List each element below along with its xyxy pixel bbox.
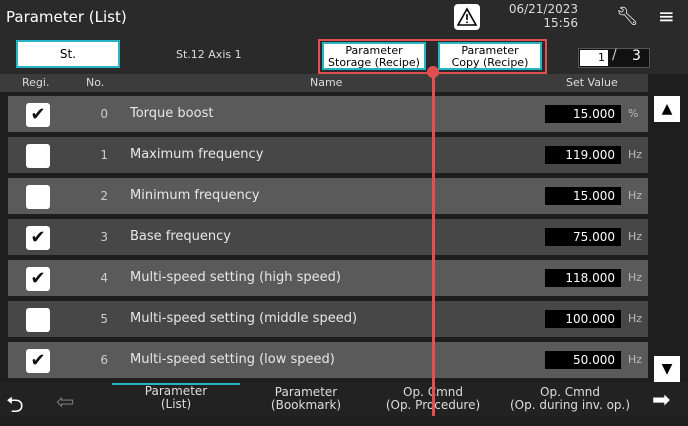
- table-row[interactable]: ✔ 6 Multi-speed setting (low speed) 50.000 H…: [8, 342, 648, 378]
- tab-op-cmnd-during-op[interactable]: Op. Cmnd (Op. during inv. op.): [500, 386, 640, 414]
- tab-parameter-bookmark[interactable]: Parameter (Bookmark): [246, 386, 366, 414]
- page-current-input[interactable]: 1: [580, 50, 608, 66]
- param-name: Torque boost: [130, 106, 214, 121]
- storage-button-label: Parameter Storage (Recipe): [328, 44, 420, 69]
- col-name: Name: [310, 76, 343, 89]
- page-title: Parameter (List): [6, 8, 127, 26]
- param-number: 0: [100, 107, 108, 121]
- register-checkbox[interactable]: ✔: [26, 226, 50, 250]
- scroll-up-icon[interactable]: ▲: [654, 96, 680, 122]
- table-row[interactable]: 5 Multi-speed setting (middle speed) 100.0…: [8, 301, 648, 337]
- param-number: 4: [100, 271, 108, 285]
- register-checkbox[interactable]: ✔: [26, 349, 50, 373]
- param-number: 5: [100, 312, 108, 326]
- date-text: 06/21/2023: [508, 2, 578, 16]
- page-total: 3: [632, 48, 641, 64]
- set-value-field[interactable]: 75.000: [545, 228, 621, 246]
- page-separator: /: [612, 47, 617, 63]
- right-arrow-icon[interactable]: ➡: [652, 388, 670, 413]
- param-name: Minimum frequency: [130, 188, 260, 203]
- param-number: 1: [100, 148, 108, 162]
- param-name: Base frequency: [130, 229, 231, 244]
- warning-icon[interactable]: [454, 4, 480, 30]
- table-row[interactable]: ✔ 4 Multi-speed setting (high speed) 118.00…: [8, 260, 648, 296]
- register-checkbox[interactable]: [26, 308, 50, 332]
- table-header: Regi. No. Name Set Value: [0, 74, 648, 92]
- tab-label: Op. Cmnd (Op. during inv. op.): [509, 385, 631, 412]
- param-number: 3: [100, 230, 108, 244]
- param-name: Maximum frequency: [130, 147, 264, 162]
- set-value-field[interactable]: 15.000: [545, 105, 621, 123]
- set-value-field[interactable]: 15.000: [545, 187, 621, 205]
- annotation-dot: [427, 66, 439, 78]
- unit-label: Hz: [628, 230, 643, 243]
- tab-parameter-list[interactable]: Parameter (List): [112, 383, 240, 413]
- col-regi: Regi.: [22, 76, 50, 89]
- copy-button-label: Parameter Copy (Recipe): [451, 44, 529, 69]
- register-checkbox[interactable]: ✔: [26, 103, 50, 127]
- set-value-field[interactable]: 50.000: [545, 351, 621, 369]
- table-row[interactable]: 1 Maximum frequency 119.000 Hz: [8, 137, 648, 173]
- table-row[interactable]: 2 Minimum frequency 15.000 Hz: [8, 178, 648, 214]
- register-checkbox[interactable]: ✔: [26, 267, 50, 291]
- param-name: Multi-speed setting (high speed): [130, 270, 341, 285]
- table-row[interactable]: ✔ 0 Torque boost 15.000%: [8, 96, 648, 132]
- param-name: Multi-speed setting (middle speed): [130, 311, 358, 326]
- unit-label: %: [628, 107, 639, 120]
- param-number: 2: [100, 189, 108, 203]
- unit-label: Hz: [628, 353, 643, 366]
- param-name: Multi-speed setting (low speed): [130, 352, 335, 367]
- annotation-line: [432, 74, 435, 416]
- station-button[interactable]: St.: [16, 40, 120, 68]
- parameter-copy-recipe-button[interactable]: Parameter Copy (Recipe): [438, 42, 542, 70]
- set-value-field[interactable]: 118.000: [545, 269, 621, 287]
- left-arrow-icon[interactable]: ⇦: [56, 390, 74, 415]
- datetime: 06/21/2023 15:56: [498, 2, 578, 30]
- unit-label: Hz: [628, 148, 643, 161]
- unit-label: Hz: [628, 271, 643, 284]
- set-value-field[interactable]: 119.000: [545, 146, 621, 164]
- register-checkbox[interactable]: [26, 185, 50, 209]
- col-no: No.: [86, 76, 105, 89]
- unit-label: Hz: [628, 189, 643, 202]
- set-value-field[interactable]: 100.000: [545, 310, 621, 328]
- col-set-value: Set Value: [566, 76, 618, 89]
- scroll-down-icon[interactable]: ▼: [654, 356, 680, 382]
- axis-label: St.12 Axis 1: [176, 48, 242, 61]
- parameter-storage-recipe-button[interactable]: Parameter Storage (Recipe): [322, 42, 426, 70]
- tab-label: Parameter (List): [144, 384, 208, 411]
- return-arrow-icon[interactable]: ⮌: [6, 388, 24, 426]
- hamburger-menu-icon[interactable]: ≡: [658, 4, 675, 28]
- unit-label: Hz: [628, 312, 643, 325]
- time-text: 15:56: [543, 16, 578, 30]
- table-row[interactable]: ✔ 3 Base frequency 75.000 Hz: [8, 219, 648, 255]
- param-number: 6: [100, 353, 108, 367]
- register-checkbox[interactable]: [26, 144, 50, 168]
- wrench-icon[interactable]: 🔧︎: [616, 6, 639, 27]
- tab-label: Parameter (Bookmark): [270, 385, 342, 412]
